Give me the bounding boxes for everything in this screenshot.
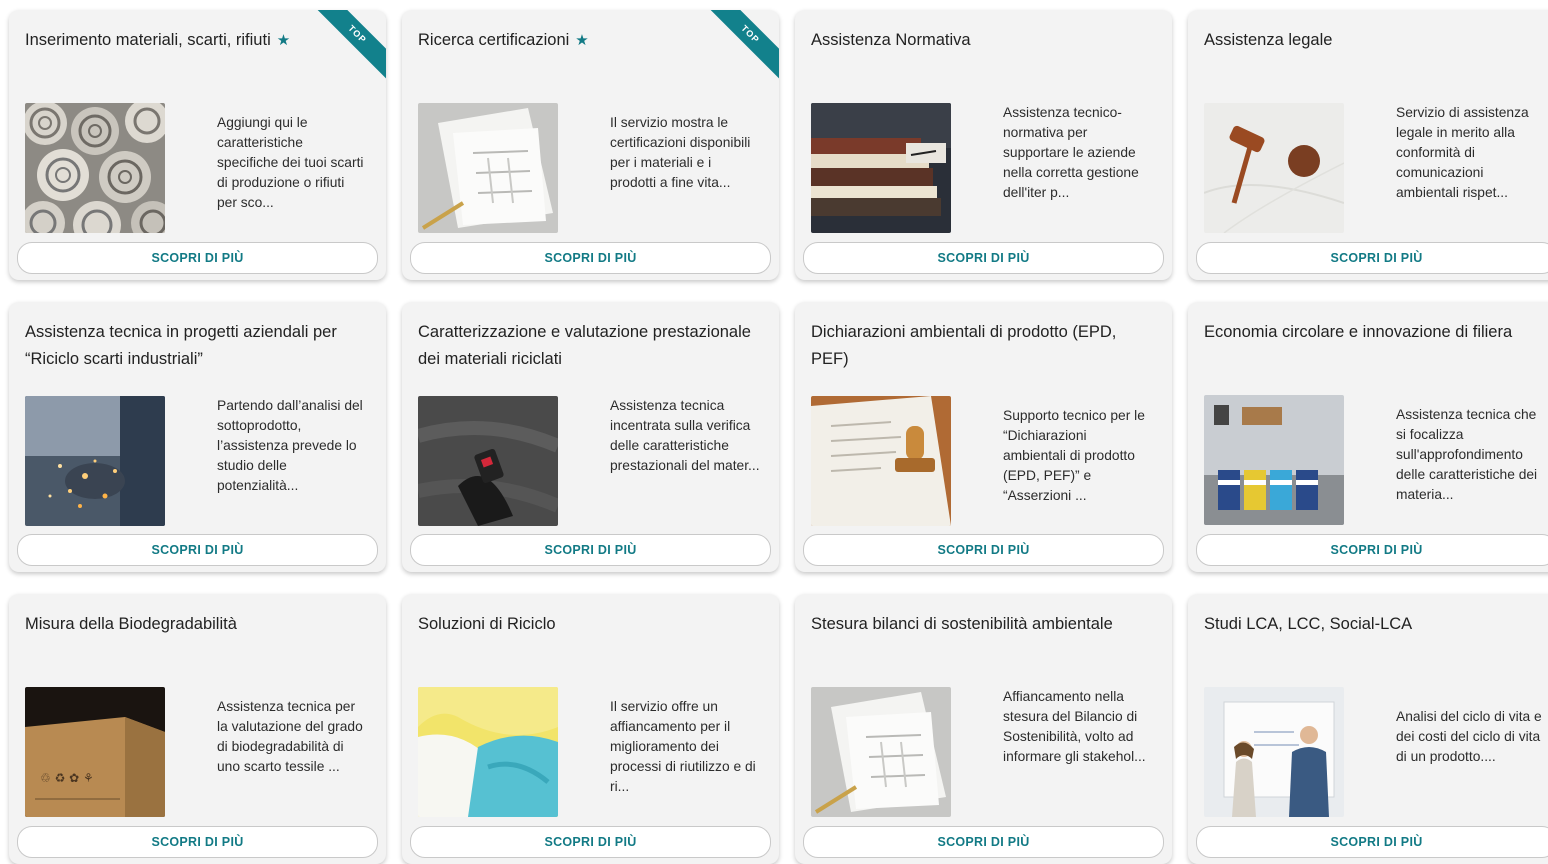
card-description: Assistenza tecnico-normativa per support… bbox=[1003, 105, 1139, 200]
card-title: Assistenza tecnica in progetti aziendali… bbox=[25, 323, 337, 368]
service-card[interactable]: Economia circolare e innovazione di fili… bbox=[1188, 302, 1548, 572]
star-icon: ★ bbox=[575, 32, 589, 49]
grinding-sparks-photo bbox=[25, 396, 165, 526]
gavel-photo bbox=[1204, 103, 1344, 233]
card-description: Analisi del ciclo di vita e dei costi de… bbox=[1396, 709, 1542, 764]
service-card[interactable]: Assistenza Normativa Assistenza tecnico-… bbox=[795, 10, 1172, 280]
discover-more-button[interactable]: SCOPRI DI PIÙ bbox=[1196, 826, 1548, 858]
discover-more-button[interactable]: SCOPRI DI PIÙ bbox=[803, 534, 1164, 566]
discover-more-button[interactable]: SCOPRI DI PIÙ bbox=[1196, 242, 1548, 274]
services-grid: Inserimento materiali, scarti, rifiuti ★ … bbox=[0, 0, 1548, 864]
card-title: Studi LCA, LCC, Social-LCA bbox=[1204, 615, 1413, 633]
card-title: Dichiarazioni ambientali di prodotto (EP… bbox=[811, 323, 1117, 368]
card-title: Economia circolare e innovazione di fili… bbox=[1204, 323, 1513, 341]
books-photo bbox=[811, 103, 951, 233]
card-title: Misura della Biodegradabilità bbox=[25, 615, 237, 633]
card-description: Aggiungi qui le caratteristiche specific… bbox=[217, 115, 364, 210]
service-card[interactable]: Soluzioni di Riciclo Il servizio offre u… bbox=[402, 594, 779, 864]
card-title: Stesura bilanci di sostenibilità ambient… bbox=[811, 615, 1113, 633]
card-description: Supporto tecnico per le “Dichiarazioni a… bbox=[1003, 408, 1145, 503]
top-ribbon: TOP bbox=[306, 10, 386, 90]
seat-belt-photo bbox=[418, 396, 558, 526]
service-card[interactable]: Dichiarazioni ambientali di prodotto (EP… bbox=[795, 302, 1172, 572]
service-card[interactable]: Stesura bilanci di sostenibilità ambient… bbox=[795, 594, 1172, 864]
card-title: Assistenza legale bbox=[1204, 31, 1333, 49]
discover-more-button[interactable]: SCOPRI DI PIÙ bbox=[17, 826, 378, 858]
documents-photo bbox=[811, 687, 951, 817]
card-description: Il servizio mostra le certificazioni dis… bbox=[610, 115, 751, 190]
discover-more-button[interactable]: SCOPRI DI PIÙ bbox=[1196, 534, 1548, 566]
cardboard-box-photo: ♲ ♻ ✿ ⚘ bbox=[25, 687, 165, 817]
card-description: Assistenza tecnica che si focalizza sull… bbox=[1396, 407, 1538, 502]
service-card[interactable]: Assistenza tecnica in progetti aziendali… bbox=[9, 302, 386, 572]
colored-fabrics-photo bbox=[418, 687, 558, 817]
discover-more-button[interactable]: SCOPRI DI PIÙ bbox=[803, 242, 1164, 274]
card-title: Caratterizzazione e valutazione prestazi… bbox=[418, 323, 751, 368]
card-description: Assistenza tecnica incentrata sulla veri… bbox=[610, 398, 760, 473]
star-icon: ★ bbox=[276, 32, 291, 49]
discover-more-button[interactable]: SCOPRI DI PIÙ bbox=[410, 534, 771, 566]
stamp-photo bbox=[811, 396, 951, 526]
service-card[interactable]: Caratterizzazione e valutazione prestazi… bbox=[402, 302, 779, 572]
card-description: Servizio di assistenza legale in merito … bbox=[1396, 105, 1529, 200]
card-description: Assistenza tecnica per la valutazione de… bbox=[217, 699, 363, 774]
fabric-rolls-photo bbox=[25, 103, 165, 233]
service-card[interactable]: Misura della Biodegradabilità ♲ ♻ ✿ ⚘ As… bbox=[9, 594, 386, 864]
recycling-bins-photo bbox=[1204, 395, 1344, 525]
service-card[interactable]: Studi LCA, LCC, Social-LCA Analisi del c… bbox=[1188, 594, 1548, 864]
card-description: Partendo dall’analisi del sottoprodotto,… bbox=[217, 398, 363, 493]
whiteboard-meeting-photo bbox=[1204, 687, 1344, 817]
discover-more-button[interactable]: SCOPRI DI PIÙ bbox=[17, 534, 378, 566]
card-description: Affiancamento nella stesura del Bilancio… bbox=[1003, 689, 1146, 764]
card-description: Il servizio offre un affiancamento per i… bbox=[610, 699, 756, 794]
discover-more-button[interactable]: SCOPRI DI PIÙ bbox=[410, 242, 771, 274]
top-ribbon: TOP bbox=[699, 10, 779, 90]
discover-more-button[interactable]: SCOPRI DI PIÙ bbox=[410, 826, 771, 858]
service-card[interactable]: Ricerca certificazioni ★ TOP Il servizio … bbox=[402, 10, 779, 280]
discover-more-button[interactable]: SCOPRI DI PIÙ bbox=[17, 242, 378, 274]
card-title: Assistenza Normativa bbox=[811, 31, 971, 49]
service-card[interactable]: Inserimento materiali, scarti, rifiuti ★ … bbox=[9, 10, 386, 280]
discover-more-button[interactable]: SCOPRI DI PIÙ bbox=[803, 826, 1164, 858]
service-card[interactable]: Assistenza legale Servizio di assistenza… bbox=[1188, 10, 1548, 280]
svg-text:♲ ♻ ✿ ⚘: ♲ ♻ ✿ ⚘ bbox=[40, 771, 94, 785]
documents-photo bbox=[418, 103, 558, 233]
card-title: Soluzioni di Riciclo bbox=[418, 615, 556, 633]
